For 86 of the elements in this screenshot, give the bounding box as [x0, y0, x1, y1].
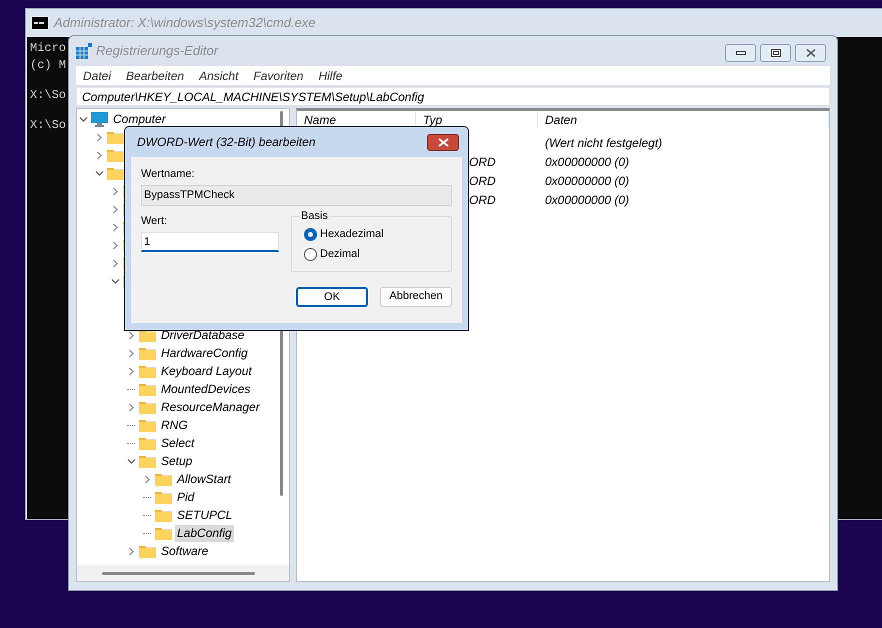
folder-icon [107, 130, 124, 144]
menu-item[interactable]: Favoriten [253, 66, 304, 84]
table-cell: (Wert nicht festgelegt) [545, 136, 662, 150]
value-input[interactable]: 1 [141, 232, 279, 252]
folder-icon [139, 346, 156, 360]
table-cell: 0x00000000 (0) [545, 192, 630, 206]
chevron-down-icon[interactable] [111, 276, 120, 286]
tree-connector [143, 496, 151, 498]
tree-item[interactable]: Software [159, 542, 210, 560]
minimize-button[interactable] [725, 44, 756, 62]
close-icon [806, 49, 816, 57]
table-cell: ORD [469, 154, 496, 168]
folder-icon [107, 148, 124, 162]
tree-connector [127, 442, 135, 444]
console-line: X:\So [30, 117, 66, 134]
folder-icon [139, 328, 156, 342]
tree-item[interactable]: LabConfig [175, 524, 234, 542]
tree-item[interactable]: ResourceManager [159, 398, 262, 416]
tree-connector [143, 532, 151, 534]
tree-item[interactable]: MountedDevices [159, 380, 252, 398]
field-label: Wertname: [141, 167, 195, 181]
tree-connector [127, 424, 135, 426]
console-icon [32, 17, 48, 29]
table-cell: ORD [469, 192, 496, 206]
radio-label: Dezimal [320, 247, 360, 262]
folder-icon [107, 166, 124, 180]
menu-item[interactable]: Ansicht [199, 66, 238, 84]
maximize-button[interactable] [760, 44, 791, 62]
tree-connector [143, 514, 151, 516]
column-header[interactable]: Name [304, 110, 336, 128]
window-title: Administrator: X:\windows\system32\cmd.exe [54, 14, 316, 32]
folder-icon [139, 364, 156, 378]
console-line: X:\So [30, 87, 66, 104]
close-icon [438, 138, 448, 146]
close-button[interactable] [795, 44, 826, 62]
dialog-button[interactable]: Abbrechen [380, 286, 452, 306]
table-cell: 0x00000000 (0) [545, 154, 630, 168]
folder-icon [155, 508, 172, 522]
folder-icon [139, 544, 156, 558]
field-label: Wert: [141, 214, 168, 228]
console-line: (c) M [30, 57, 66, 74]
tree-item[interactable]: RNG [159, 416, 190, 434]
maximize-icon [770, 49, 780, 57]
minimize-icon [736, 51, 746, 55]
tree-item[interactable]: Keyboard Layout [159, 362, 254, 380]
group-label: Basis [300, 209, 329, 224]
value-name-field[interactable]: BypassTPMCheck [141, 185, 452, 206]
tree-item[interactable]: AllowStart [175, 470, 234, 488]
folder-icon [155, 490, 172, 504]
tree-item[interactable]: Select [159, 434, 196, 452]
folder-icon [155, 526, 172, 540]
table-cell: 0x00000000 (0) [545, 174, 630, 188]
radio-button[interactable] [304, 248, 317, 261]
horizontal-scrollbar[interactable] [77, 565, 289, 581]
folder-icon [139, 382, 156, 396]
window-title: Registrierungs-Editor [96, 42, 218, 60]
radio-label: Hexadezimal [320, 227, 384, 242]
dialog-button[interactable]: OK [296, 286, 368, 306]
column-header[interactable]: Typ [423, 110, 442, 128]
registry-icon [76, 43, 92, 59]
radio-button[interactable] [304, 228, 317, 241]
folder-icon [139, 436, 156, 450]
folder-icon [139, 418, 156, 432]
tree-item[interactable]: SETUPCL [175, 506, 234, 524]
tree-item[interactable]: Computer [111, 110, 168, 128]
menu-item[interactable]: Hilfe [318, 66, 342, 84]
console-line: Micro [30, 40, 66, 57]
table-cell: ORD [469, 174, 496, 188]
computer-icon [91, 112, 108, 126]
tree-item[interactable]: Setup [159, 452, 194, 470]
address-bar[interactable]: Computer\HKEY_LOCAL_MACHINE\SYSTEM\Setup\LabConfig [76, 87, 830, 106]
dialog-title: DWORD-Wert (32-Bit) bearbeiten [137, 134, 316, 151]
chevron-down-icon[interactable] [79, 114, 88, 124]
tree-connector [127, 388, 135, 390]
chevron-down-icon[interactable] [127, 456, 136, 466]
folder-icon [139, 454, 156, 468]
menu-item[interactable]: Bearbeiten [126, 66, 184, 84]
chevron-down-icon[interactable] [95, 168, 104, 178]
folder-icon [155, 472, 172, 486]
menu-item[interactable]: Datei [83, 66, 112, 84]
tree-item[interactable]: HardwareConfig [159, 344, 250, 362]
tree-item[interactable]: Pid [175, 488, 196, 506]
close-button[interactable] [427, 134, 459, 150]
folder-icon [139, 400, 156, 414]
tree-item[interactable]: DriverDatabase [159, 326, 246, 344]
column-header[interactable]: Daten [545, 110, 578, 128]
